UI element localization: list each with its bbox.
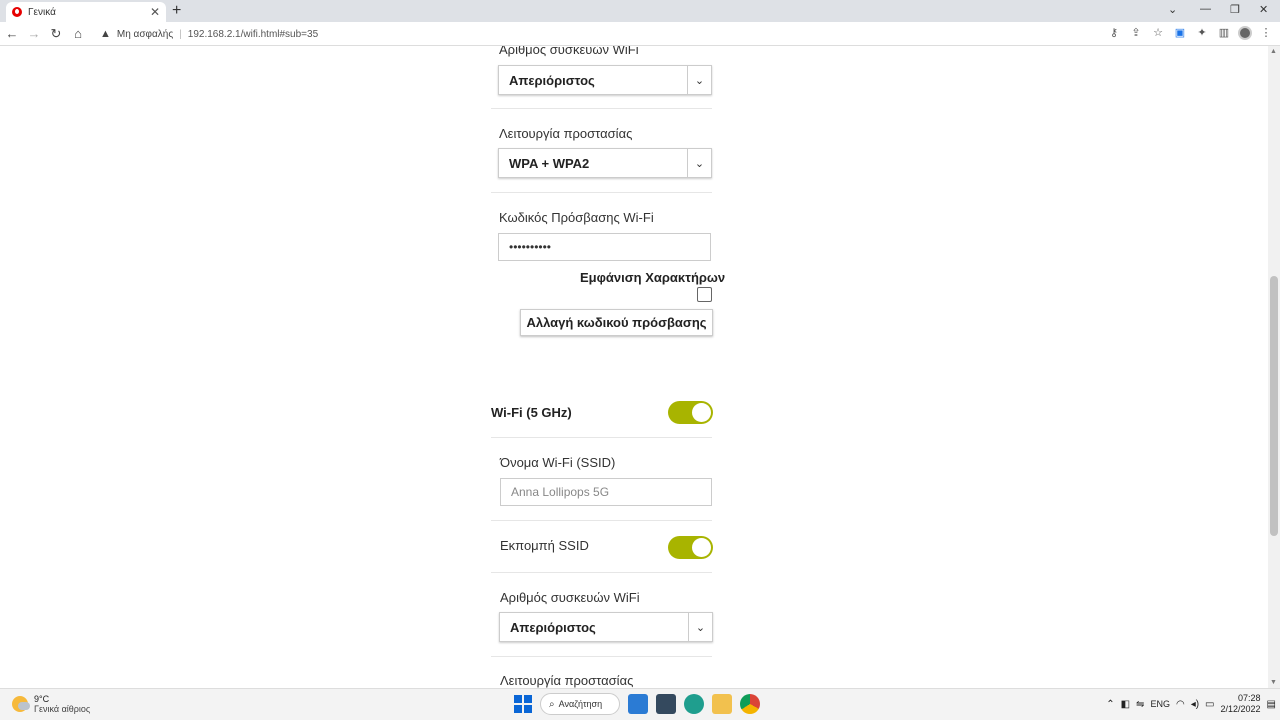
address-bar[interactable]: ▲ Μη ασφαλής | 192.168.2.1/wifi.html#sub… — [94, 24, 1094, 44]
key-icon[interactable]: ⚷ — [1106, 25, 1122, 41]
ssid-label: Όνομα Wi-Fi (SSID) — [500, 455, 616, 470]
wifi-devices-5ghz-select[interactable]: Απεριόριστος ⌄ — [499, 612, 713, 642]
scroll-down-arrow-icon[interactable]: ▼ — [1270, 679, 1277, 686]
wifi-5ghz-title: Wi-Fi (5 GHz) — [491, 405, 572, 420]
toggle-knob — [692, 403, 711, 422]
show-characters-checkbox[interactable] — [697, 287, 712, 302]
edge-browser-icon[interactable] — [684, 694, 704, 714]
tray-app-icon[interactable]: ◧ — [1121, 699, 1130, 710]
protection-mode-5ghz-label: Λειτουργία προστασίας — [500, 673, 634, 688]
weather-temperature: 9°C — [34, 694, 50, 704]
taskbar-search-label: Αναζήτηση — [558, 699, 603, 709]
wifi-devices-label: Αριθμός συσκευών WiFi — [499, 46, 639, 57]
protection-mode-select[interactable]: WPA + WPA2 ⌄ — [498, 148, 712, 178]
warning-triangle-icon[interactable]: ▲ — [100, 28, 111, 40]
tab-search-chevron-icon[interactable]: ⌄ — [1168, 3, 1177, 16]
divider — [491, 437, 712, 438]
forward-arrow-icon[interactable]: → — [24, 26, 44, 41]
profile-avatar[interactable] — [1238, 26, 1252, 40]
extensions-puzzle-icon[interactable]: ✦ — [1194, 25, 1210, 41]
scroll-up-arrow-icon[interactable]: ▲ — [1270, 48, 1277, 55]
wifi-devices-5ghz-label: Αριθμός συσκευών WiFi — [500, 590, 640, 605]
restore-icon[interactable]: ❐ — [1230, 3, 1240, 16]
translate-icon[interactable]: ▣ — [1172, 25, 1188, 41]
change-password-button[interactable]: Αλλαγή κωδικού πρόσβασης — [520, 309, 713, 336]
wifi-devices-value: Απεριόριστος — [509, 72, 595, 88]
chevron-down-icon: ⌄ — [687, 66, 711, 94]
clock-time: 07:28 — [1238, 693, 1261, 703]
divider — [491, 656, 712, 657]
security-label[interactable]: Μη ασφαλής — [117, 29, 173, 40]
divider — [491, 108, 712, 109]
divider — [491, 520, 712, 521]
windows-taskbar: 9°C Γενικά αίθριος ⌕ Αναζήτηση ⌃ ◧ ⇋ ENG… — [0, 688, 1280, 720]
scrollbar-thumb[interactable] — [1270, 276, 1278, 536]
home-icon[interactable]: ⌂ — [68, 26, 88, 41]
tab-close-icon[interactable]: ✕ — [150, 5, 160, 19]
browser-tab-bar: Γενικά ✕ + ⌄ — ❐ ✕ — [0, 0, 1280, 22]
minimize-icon[interactable]: — — [1200, 3, 1211, 15]
page-scrollbar[interactable]: ▲ ▼ — [1268, 46, 1280, 688]
wifi-password-label: Κωδικός Πρόσβασης Wi-Fi — [499, 210, 654, 225]
show-characters-label: Εμφάνιση Χαρακτήρων — [580, 270, 726, 285]
page-content: Αριθμός συσκευών WiFi Απεριόριστος ⌄ Λει… — [0, 46, 1268, 688]
microsoft-store-icon[interactable] — [656, 694, 676, 714]
vodafone-favicon-icon — [12, 7, 22, 17]
wifi-devices-select[interactable]: Απεριόριστος ⌄ — [498, 65, 712, 95]
weather-description: Γενικά αίθριος — [34, 704, 91, 714]
ssid-input[interactable]: Anna Lollipops 5G — [500, 478, 712, 506]
wifi-icon[interactable]: ◠ — [1176, 699, 1185, 710]
system-clock[interactable]: 07:28 2/12/2022 — [1221, 693, 1261, 715]
speaker-icon[interactable]: ◂) — [1191, 699, 1199, 710]
browser-toolbar: ← → ↻ ⌂ ▲ Μη ασφαλής | 192.168.2.1/wifi.… — [0, 22, 1280, 46]
new-tab-icon[interactable]: + — [172, 2, 181, 20]
share-icon[interactable]: ⇪ — [1128, 25, 1144, 41]
reload-icon[interactable]: ↻ — [46, 26, 66, 42]
bookmark-star-icon[interactable]: ☆ — [1150, 25, 1166, 41]
side-panel-icon[interactable]: ▥ — [1216, 25, 1232, 41]
weather-widget[interactable]: 9°C Γενικά αίθριος — [12, 694, 90, 714]
protection-mode-label: Λειτουργία προστασίας — [499, 126, 633, 141]
browser-tab[interactable]: Γενικά ✕ — [6, 2, 166, 22]
chrome-browser-icon[interactable] — [740, 694, 760, 714]
weather-sun-cloud-icon — [12, 696, 30, 712]
menu-kebab-icon[interactable]: ⋮ — [1258, 25, 1274, 41]
protection-mode-value: WPA + WPA2 — [509, 155, 590, 171]
language-indicator[interactable]: ENG — [1150, 699, 1170, 709]
search-icon: ⌕ — [549, 698, 555, 710]
windows-start-icon[interactable] — [514, 695, 532, 713]
notification-icon[interactable]: ▤ — [1267, 699, 1276, 710]
back-arrow-icon[interactable]: ← — [2, 26, 22, 41]
chevron-down-icon: ⌄ — [687, 149, 711, 177]
ssid-broadcast-toggle[interactable] — [668, 536, 713, 559]
taskbar-search[interactable]: ⌕ Αναζήτηση — [540, 693, 620, 715]
divider — [491, 572, 712, 573]
task-view-icon[interactable] — [628, 694, 648, 714]
wifi-5ghz-toggle[interactable] — [668, 401, 713, 424]
clock-date: 2/12/2022 — [1220, 704, 1261, 714]
tray-chevron-up-icon[interactable]: ⌃ — [1106, 699, 1114, 710]
wifi-password-input[interactable]: •••••••••• — [498, 233, 711, 261]
tray-network-tool-icon[interactable]: ⇋ — [1136, 699, 1144, 710]
toggle-knob — [692, 538, 711, 557]
url-text[interactable]: 192.168.2.1/wifi.html#sub=35 — [188, 29, 318, 40]
tab-title: Γενικά — [28, 6, 56, 18]
wifi-devices-5ghz-value: Απεριόριστος — [510, 619, 596, 635]
address-separator: | — [179, 28, 182, 40]
file-explorer-icon[interactable] — [712, 694, 732, 714]
battery-icon[interactable]: ▭ — [1205, 699, 1214, 710]
chevron-down-icon: ⌄ — [688, 613, 712, 641]
ssid-broadcast-label: Εκπομπή SSID — [500, 538, 589, 553]
divider — [491, 192, 712, 193]
close-window-icon[interactable]: ✕ — [1259, 3, 1268, 16]
